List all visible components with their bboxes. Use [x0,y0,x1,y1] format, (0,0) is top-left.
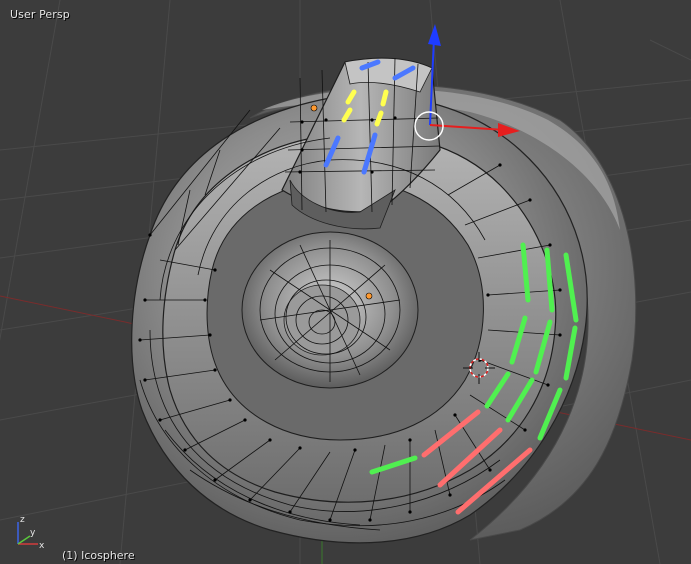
3d-viewport[interactable]: User Persp z y x (1) Icosphere [0,0,691,564]
axis-y-letter: y [30,528,36,538]
viewport-scene[interactable] [0,0,691,564]
manipulator-z-arrow[interactable] [428,24,441,46]
axis-orientation-widget: z y x [17,515,45,551]
axis-z-letter: z [20,515,25,525]
active-object-label: (1) Icosphere [62,549,135,562]
pivot-dot-cup[interactable] [365,292,373,300]
pivot-dot-shell[interactable] [310,104,318,112]
view-label: User Persp [10,8,70,21]
axis-x-letter: x [39,541,45,551]
mesh-cup-bottom [283,284,361,356]
